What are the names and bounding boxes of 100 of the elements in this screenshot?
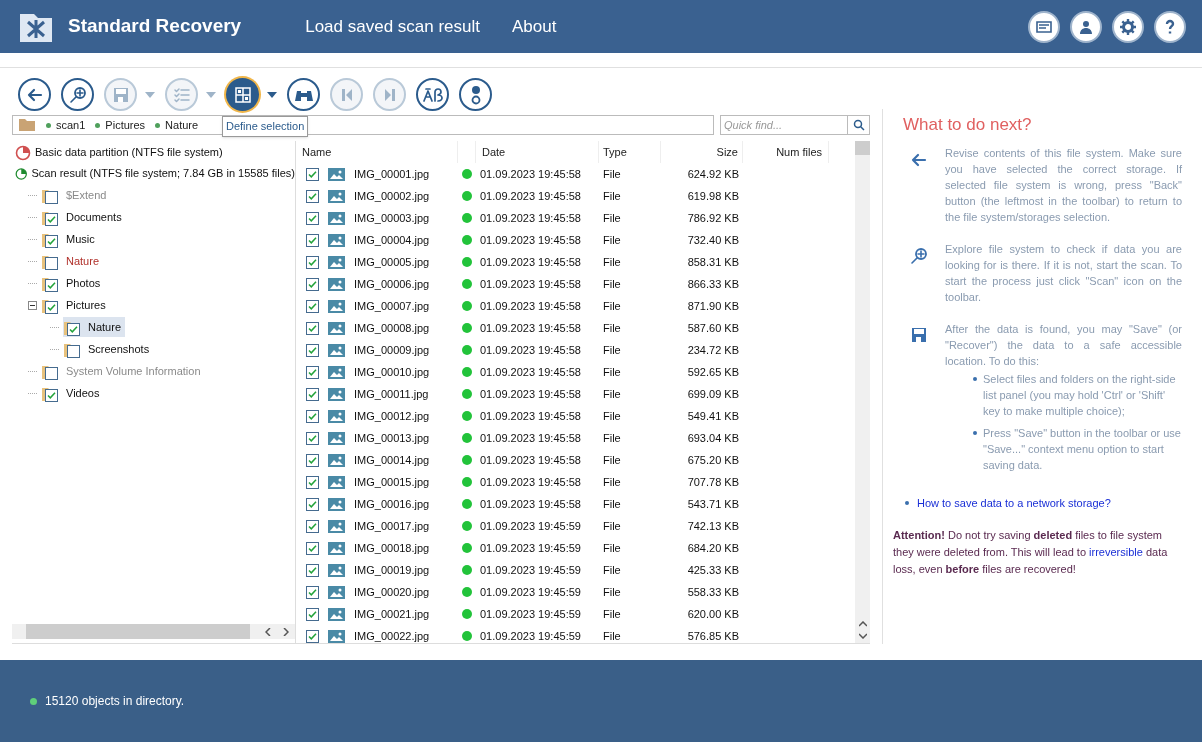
checkbox[interactable] (306, 431, 319, 445)
breadcrumb-item[interactable]: Nature (165, 116, 199, 134)
date-cell-text: 01.09.2023 19:45:59 (479, 518, 582, 534)
scrollbar-thumb[interactable] (855, 141, 870, 155)
checkbox[interactable] (45, 389, 58, 402)
size-cell-text: 543.71 KB (686, 496, 740, 512)
checkbox[interactable] (67, 345, 80, 358)
tree-item[interactable]: Pictures (41, 295, 110, 315)
checkbox[interactable] (306, 541, 319, 555)
checkbox[interactable] (306, 189, 319, 203)
tree-item[interactable]: Documents (41, 207, 126, 227)
tree-item[interactable]: Music (41, 229, 99, 249)
charset-tool-button[interactable] (416, 78, 449, 111)
checkbox[interactable] (45, 367, 58, 380)
checkbox[interactable] (306, 321, 319, 335)
caret-icon[interactable] (267, 91, 277, 98)
checkbox[interactable] (45, 301, 58, 314)
menu-link[interactable]: Load saved scan result (305, 13, 481, 40)
quick-find-field[interactable]: Quick find... (720, 115, 848, 135)
checkbox[interactable] (306, 343, 319, 357)
column-header[interactable]: Name (296, 141, 458, 163)
tree-item-label: Photos (66, 275, 101, 291)
column-header[interactable]: Num files (743, 141, 829, 163)
checkbox[interactable] (306, 211, 319, 225)
tree-item[interactable]: Videos (41, 383, 104, 403)
tree-item[interactable]: Screenshots (63, 339, 154, 359)
find-tool-button[interactable] (287, 78, 320, 111)
checkbox[interactable] (45, 279, 58, 292)
help-link[interactable]: How to save data to a network storage? (917, 495, 1111, 511)
checkbox[interactable] (306, 365, 319, 379)
scroll-down-icon[interactable] (858, 633, 867, 639)
menu-link[interactable]: About (512, 13, 557, 40)
checkbox[interactable] (306, 299, 319, 313)
checkbox[interactable] (306, 585, 319, 599)
tree-item-label: System Volume Information (66, 363, 201, 379)
irreversible-link[interactable]: irreversible (1089, 546, 1143, 558)
type-cell-text: File (602, 320, 622, 336)
search-button[interactable] (848, 115, 870, 135)
tree-item[interactable]: $Extend (41, 185, 111, 205)
tree-item[interactable]: Nature (41, 251, 104, 271)
tree-item[interactable]: Photos (41, 273, 105, 293)
tree-item[interactable]: Nature (63, 317, 126, 337)
user-button[interactable] (1070, 10, 1102, 43)
checkbox[interactable] (306, 629, 319, 643)
date-cell-text: 01.09.2023 19:45:58 (479, 166, 582, 182)
checkbox[interactable] (306, 277, 319, 291)
size-cell-text: 732.40 KB (686, 232, 740, 248)
checkbox[interactable] (306, 233, 319, 247)
scroll-left-icon[interactable] (265, 627, 271, 636)
checkbox[interactable] (45, 235, 58, 248)
partition-label[interactable]: Basic data partition (NTFS file system) (35, 144, 223, 161)
status-tool-button[interactable] (459, 78, 492, 111)
checkbox[interactable] (45, 213, 58, 226)
help-button[interactable] (1154, 10, 1186, 43)
column-header[interactable]: Type (599, 141, 661, 163)
collapse-toggle[interactable] (28, 300, 37, 310)
selection-tool-button[interactable] (226, 78, 259, 111)
checkbox[interactable] (67, 323, 80, 336)
vertical-scrollbar[interactable] (855, 141, 870, 643)
breadcrumb-item[interactable]: scan1 (56, 116, 86, 134)
type-cell-text: File (602, 166, 622, 182)
column-header[interactable]: Date (476, 141, 599, 163)
checkbox[interactable] (306, 255, 319, 269)
window-button[interactable] (1028, 10, 1060, 43)
checkbox[interactable] (306, 453, 319, 467)
settings-icon (1120, 18, 1136, 35)
checkbox[interactable] (45, 257, 58, 270)
date-cell-text: 01.09.2023 19:45:59 (479, 584, 582, 600)
scrollbar-thumb[interactable] (26, 624, 250, 639)
size-cell-text: 858.31 KB (686, 254, 740, 270)
checkbox[interactable] (306, 497, 319, 511)
type-cell-text: File (602, 276, 622, 292)
date-cell-text: 01.09.2023 19:45:58 (479, 430, 582, 446)
scroll-up-icon[interactable] (858, 621, 867, 627)
checkbox[interactable] (306, 519, 319, 533)
checkbox[interactable] (306, 607, 319, 621)
explore-tool-button[interactable] (61, 78, 94, 111)
scroll-right-icon[interactable] (283, 627, 289, 636)
size-cell-text: 675.20 KB (686, 452, 740, 468)
checkbox[interactable] (306, 387, 319, 401)
image-file-icon (328, 343, 345, 357)
grid-selection-icon (234, 86, 251, 103)
partition-label[interactable]: Scan result (NTFS file system; 7.84 GB in 15585 files) (31, 165, 295, 182)
checkbox[interactable] (306, 475, 319, 489)
type-cell-text: File (602, 628, 622, 643)
column-header[interactable]: Size (661, 141, 743, 163)
checkbox[interactable] (306, 409, 319, 423)
checkbox[interactable] (306, 167, 319, 181)
horizontal-scrollbar[interactable] (12, 624, 295, 639)
back-tool-button[interactable] (18, 78, 51, 111)
type-cell-text: File (602, 232, 622, 248)
tree-item-label: Videos (66, 385, 100, 401)
tree-item[interactable]: System Volume Information (41, 361, 205, 381)
checkbox[interactable] (45, 191, 58, 204)
checkbox[interactable] (306, 563, 319, 577)
size-cell-text: 684.20 KB (686, 540, 740, 556)
settings-button[interactable] (1112, 10, 1144, 43)
breadcrumb-item[interactable]: Pictures (105, 116, 146, 134)
file-name: IMG_00014.jpg (354, 452, 430, 468)
type-cell-text: File (602, 474, 622, 490)
